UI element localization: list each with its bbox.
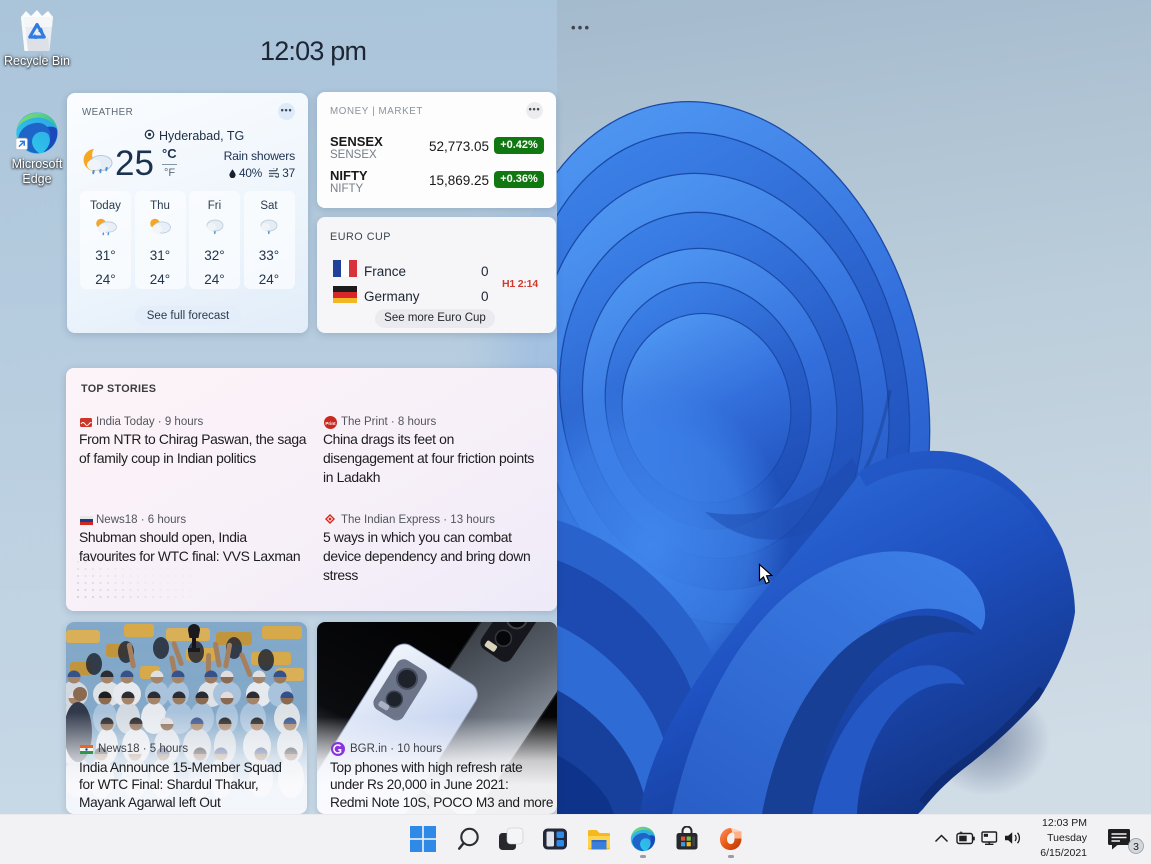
svg-text:Print: Print — [325, 421, 336, 426]
svg-text:3: 3 — [1133, 841, 1139, 853]
